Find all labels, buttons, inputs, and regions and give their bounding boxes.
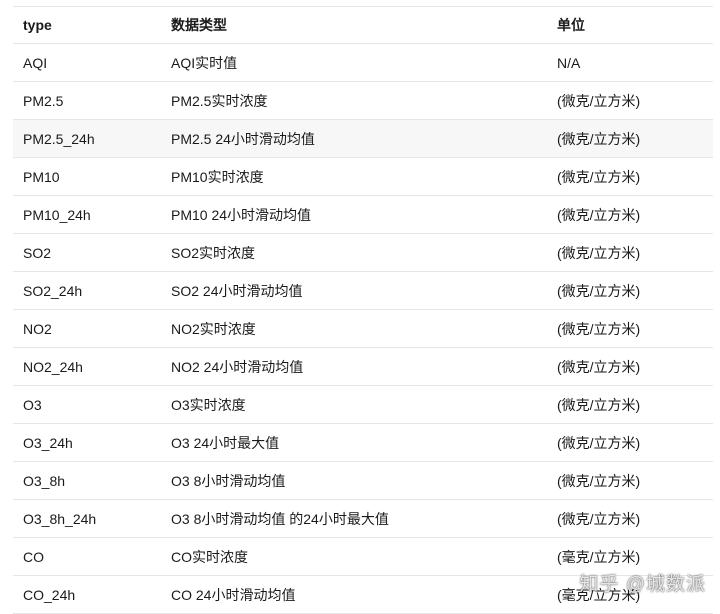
data-table: type 数据类型 单位 AQI AQI实时值 N/A PM2.5 PM2.5实… [13, 6, 713, 614]
cell-type: PM2.5_24h [23, 130, 95, 147]
table-row: PM2.5 PM2.5实时浓度 (微克/立方米) [13, 82, 713, 120]
table-row: PM2.5_24h PM2.5 24小时滑动均值 (微克/立方米) [13, 120, 713, 158]
cell-unit: (微克/立方米) [557, 320, 641, 337]
cell-type: PM2.5 [23, 92, 64, 109]
cell-data-type: NO2 24小时滑动均值 [171, 358, 304, 375]
cell-type: O3 [23, 396, 42, 413]
cell-unit: (微克/立方米) [557, 472, 641, 489]
table-row: NO2_24h NO2 24小时滑动均值 (微克/立方米) [13, 348, 713, 386]
cell-unit: N/A [557, 54, 581, 71]
cell-data-type: CO 24小时滑动均值 [171, 586, 296, 603]
cell-type: NO2 [23, 320, 52, 337]
header-type: type [23, 17, 52, 33]
cell-data-type: SO2 24小时滑动均值 [171, 282, 303, 299]
cell-unit: (微克/立方米) [557, 130, 641, 147]
cell-data-type: PM10 24小时滑动均值 [171, 206, 312, 223]
cell-unit: (毫克/立方米) [557, 548, 641, 565]
cell-type: PM10_24h [23, 206, 91, 223]
cell-data-type: O3 24小时最大值 [171, 434, 280, 451]
cell-unit: (微克/立方米) [557, 282, 641, 299]
table-header-row: type 数据类型 单位 [13, 7, 713, 44]
cell-type: O3_24h [23, 434, 73, 451]
cell-type: CO [23, 548, 44, 565]
cell-data-type: O3实时浓度 [171, 396, 246, 413]
cell-data-type: O3 8小时滑动均值 [171, 472, 286, 489]
table-row: NO2 NO2实时浓度 (微克/立方米) [13, 310, 713, 348]
cell-unit: (微克/立方米) [557, 396, 641, 413]
table-row: SO2 SO2实时浓度 (微克/立方米) [13, 234, 713, 272]
cell-unit: (微克/立方米) [557, 206, 641, 223]
header-data-type: 数据类型 [171, 17, 227, 33]
cell-type: O3_8h_24h [23, 510, 97, 527]
cell-type: NO2_24h [23, 358, 83, 375]
cell-unit: (微克/立方米) [557, 510, 641, 527]
table-row: O3_8h O3 8小时滑动均值 (微克/立方米) [13, 462, 713, 500]
cell-unit: (微克/立方米) [557, 434, 641, 451]
header-unit: 单位 [557, 17, 585, 33]
table-row: SO2_24h SO2 24小时滑动均值 (微克/立方米) [13, 272, 713, 310]
cell-data-type: PM2.5 24小时滑动均值 [171, 130, 315, 147]
cell-type: AQI [23, 54, 48, 71]
table-row: PM10_24h PM10 24小时滑动均值 (微克/立方米) [13, 196, 713, 234]
cell-unit: (微克/立方米) [557, 168, 641, 185]
cell-type: CO_24h [23, 586, 76, 603]
cell-unit: (微克/立方米) [557, 358, 641, 375]
cell-type: SO2_24h [23, 282, 83, 299]
cell-data-type: AQI实时值 [171, 54, 238, 71]
table-row: AQI AQI实时值 N/A [13, 44, 713, 82]
cell-type: PM10 [23, 168, 60, 185]
cell-data-type: PM10实时浓度 [171, 168, 264, 185]
cell-type: O3_8h [23, 472, 66, 489]
cell-data-type: NO2实时浓度 [171, 320, 256, 337]
table-row: O3_24h O3 24小时最大值 (微克/立方米) [13, 424, 713, 462]
cell-data-type: PM2.5实时浓度 [171, 92, 268, 109]
cell-data-type: O3 8小时滑动均值 的24小时最大值 [171, 510, 389, 527]
cell-data-type: CO实时浓度 [171, 548, 248, 565]
cell-type: SO2 [23, 244, 52, 261]
zhihu-watermark: 知乎 @城数派 [579, 574, 706, 595]
table-row: O3_8h_24h O3 8小时滑动均值 的24小时最大值 (微克/立方米) [13, 500, 713, 538]
cell-unit: (微克/立方米) [557, 92, 641, 109]
table-row: O3 O3实时浓度 (微克/立方米) [13, 386, 713, 424]
table-row: PM10 PM10实时浓度 (微克/立方米) [13, 158, 713, 196]
cell-data-type: SO2实时浓度 [171, 244, 256, 261]
cell-unit: (微克/立方米) [557, 244, 641, 261]
